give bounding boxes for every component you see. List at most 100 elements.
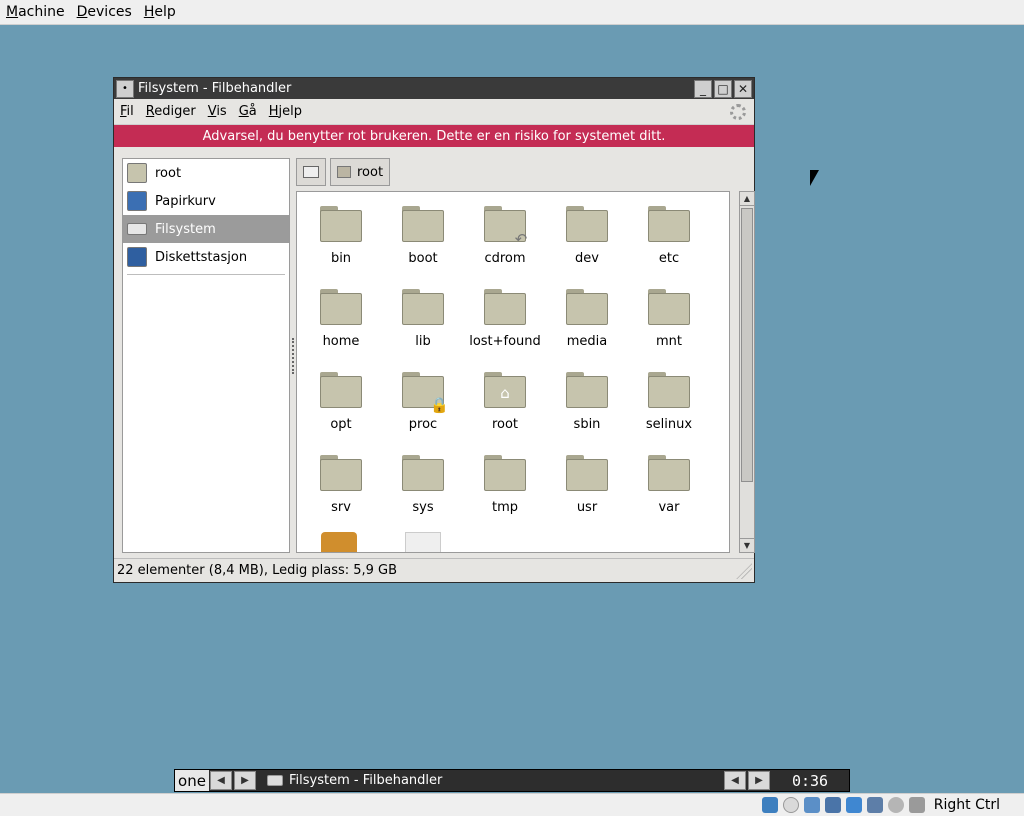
activity-spinner-icon xyxy=(730,104,746,120)
file-icon-view[interactable]: bin boot ↶ cdrom dev etc home lib lost+found medi… xyxy=(296,191,730,553)
optical-drive-icon[interactable] xyxy=(782,797,799,813)
menu-vis[interactable]: Vis xyxy=(208,104,227,119)
file-item-mnt[interactable]: mnt xyxy=(628,275,710,358)
places-sidebar: root Papirkurv Filsystem Diskettstasjon xyxy=(122,158,290,553)
file-item-bin[interactable]: bin xyxy=(300,192,382,275)
file-label: usr xyxy=(576,500,598,515)
app-menubar: Fil Rediger Vis Gå Hjelp xyxy=(114,99,754,125)
menu-fil[interactable]: Fil xyxy=(120,104,134,119)
clock: 0:36 xyxy=(791,771,829,790)
prev-desktop-button[interactable]: ◀ xyxy=(210,771,232,790)
host-menu-help[interactable]: Help xyxy=(144,4,176,20)
path-button-filesystem[interactable] xyxy=(296,158,326,186)
file-item-media[interactable]: media xyxy=(546,275,628,358)
window-titlebar[interactable]: • Filsystem - Filbehandler _ □ ✕ xyxy=(114,78,754,99)
menu-hjelp[interactable]: Hjelp xyxy=(269,104,302,119)
close-button[interactable]: ✕ xyxy=(734,79,752,98)
usb-icon[interactable] xyxy=(824,797,841,813)
drive-icon xyxy=(267,775,283,786)
scrollbar-thumb[interactable] xyxy=(741,208,753,482)
drive-icon xyxy=(127,223,147,235)
file-item-selinux[interactable]: selinux xyxy=(628,358,710,441)
file-item-dev[interactable]: dev xyxy=(546,192,628,275)
file-item-var[interactable]: var xyxy=(628,441,710,524)
file-label: srv xyxy=(331,500,351,515)
file-label: tmp xyxy=(491,500,518,515)
file-item-root[interactable]: ⌂ root xyxy=(464,358,546,441)
folder-icon xyxy=(648,455,690,491)
sidebar-separator xyxy=(127,274,285,275)
sidebar-item-root[interactable]: root xyxy=(123,159,289,187)
folder-icon xyxy=(484,289,526,325)
scroll-up-button[interactable]: ▲ xyxy=(740,192,754,206)
partial-file-icon[interactable] xyxy=(321,532,357,552)
file-item-etc[interactable]: etc xyxy=(628,192,710,275)
minimize-button[interactable]: _ xyxy=(694,79,712,98)
trash-icon xyxy=(127,191,147,211)
maximize-button[interactable]: □ xyxy=(714,79,732,98)
hard-disk-icon[interactable] xyxy=(761,797,778,813)
vertical-scrollbar[interactable]: ▲ ▼ xyxy=(739,191,755,553)
task-item-filbehandler[interactable]: Filsystem - Filbehandler xyxy=(261,771,719,790)
host-menu-machine[interactable]: Machine xyxy=(6,4,65,20)
floppy-icon xyxy=(127,247,147,267)
window-menu-icon[interactable]: • xyxy=(116,79,134,98)
lock-icon: 🔒 xyxy=(430,396,449,414)
resize-grip-icon[interactable] xyxy=(736,563,752,579)
prev-task-button[interactable]: ◀ xyxy=(724,771,746,790)
folder-icon xyxy=(648,372,690,408)
sidebar-item-label: Filsystem xyxy=(155,221,216,237)
partial-file-icon[interactable] xyxy=(405,532,441,552)
mouse-integration-icon[interactable] xyxy=(887,797,904,813)
shared-folder-icon[interactable] xyxy=(845,797,862,813)
file-label: home xyxy=(322,334,360,349)
window-title: Filsystem - Filbehandler xyxy=(138,81,292,96)
file-item-tmp[interactable]: tmp xyxy=(464,441,546,524)
host-statusbar: Right Ctrl xyxy=(0,793,1024,816)
file-item-proc[interactable]: 🔒 proc xyxy=(382,358,464,441)
guest-taskbar: one ◀ ▶ Filsystem - Filbehandler ◀ ▶ 0:3… xyxy=(174,769,850,792)
path-bar: root xyxy=(296,158,391,186)
virtualization-icon[interactable] xyxy=(866,797,883,813)
file-label: root xyxy=(491,417,519,432)
folder-icon xyxy=(648,206,690,242)
file-item-srv[interactable]: srv xyxy=(300,441,382,524)
folder-icon xyxy=(320,206,362,242)
scroll-down-button[interactable]: ▼ xyxy=(740,538,754,552)
folder-icon xyxy=(320,372,362,408)
file-item-cdrom[interactable]: ↶ cdrom xyxy=(464,192,546,275)
keyboard-capture-icon[interactable] xyxy=(908,797,925,813)
folder-icon xyxy=(337,166,351,178)
file-item-boot[interactable]: boot xyxy=(382,192,464,275)
file-label: cdrom xyxy=(484,251,526,266)
file-item-sys[interactable]: sys xyxy=(382,441,464,524)
drive-icon xyxy=(303,166,319,178)
file-item-home[interactable]: home xyxy=(300,275,382,358)
file-label: media xyxy=(566,334,608,349)
path-button-root[interactable]: root xyxy=(330,158,391,186)
menu-ga[interactable]: Gå xyxy=(239,104,257,119)
host-key-label: Right Ctrl xyxy=(933,797,1000,813)
folder-icon xyxy=(566,206,608,242)
file-label: var xyxy=(658,500,680,515)
menu-rediger[interactable]: Rediger xyxy=(146,104,196,119)
host-menu-devices[interactable]: Devices xyxy=(77,4,132,20)
file-label: proc xyxy=(408,417,438,432)
folder-icon xyxy=(402,455,444,491)
file-label: opt xyxy=(330,417,352,432)
file-item-opt[interactable]: opt xyxy=(300,358,382,441)
file-item-sbin[interactable]: sbin xyxy=(546,358,628,441)
next-desktop-button[interactable]: ▶ xyxy=(234,771,256,790)
next-task-button[interactable]: ▶ xyxy=(748,771,770,790)
sidebar-item-papirkurv[interactable]: Papirkurv xyxy=(123,187,289,215)
folder-icon xyxy=(402,289,444,325)
folder-icon xyxy=(320,289,362,325)
network-icon[interactable] xyxy=(803,797,820,813)
folder-icon: 🔒 xyxy=(402,372,449,414)
desktop-name[interactable]: one xyxy=(175,770,209,791)
file-item-usr[interactable]: usr xyxy=(546,441,628,524)
file-item-lib[interactable]: lib xyxy=(382,275,464,358)
sidebar-item-diskettstasjon[interactable]: Diskettstasjon xyxy=(123,243,289,271)
sidebar-item-filsystem[interactable]: Filsystem xyxy=(123,215,289,243)
file-item-lost-found[interactable]: lost+found xyxy=(464,275,546,358)
